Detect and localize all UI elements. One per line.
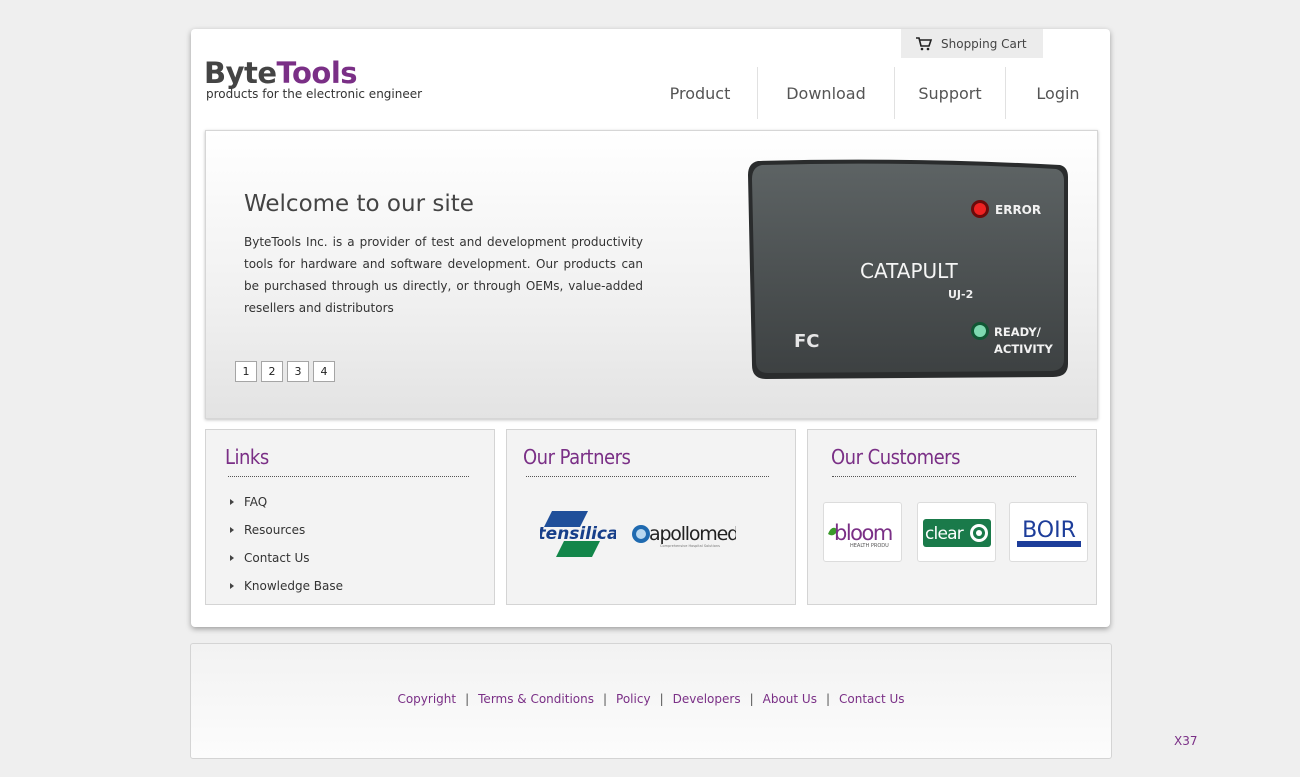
site-logo[interactable]: ByteTools products for the electronic en… — [204, 57, 422, 101]
link-faq[interactable]: FAQ — [226, 488, 343, 516]
customer-logo-clear[interactable]: clear — [917, 502, 996, 562]
cart-icon — [915, 36, 933, 51]
boir-text: BOIR — [1022, 518, 1076, 543]
customers-divider — [832, 476, 1076, 477]
hero-banner: Welcome to our site ByteTools Inc. is a … — [205, 130, 1098, 419]
pager-page-3[interactable]: 3 — [287, 361, 309, 382]
device-activity-label: ACTIVITY — [994, 342, 1053, 356]
tensilica-logo[interactable]: tensilica — [540, 511, 616, 559]
footer-link-copyright[interactable]: Copyright — [397, 692, 456, 706]
device-fc-mark: FC — [794, 331, 820, 352]
logo-tagline: products for the electronic engineer — [206, 87, 423, 101]
partners-title: Our Partners — [523, 445, 631, 469]
customer-logo-boir[interactable]: BOIR — [1009, 502, 1088, 562]
customer-logo-bloom[interactable]: bloom HEALTH PRODU — [823, 502, 902, 562]
apollomed-text: apollomed — [649, 523, 736, 545]
link-resources[interactable]: Resources — [226, 516, 343, 544]
link-label: Resources — [244, 523, 306, 537]
device-model: UJ-2 — [948, 288, 973, 301]
bloom-subtitle: HEALTH PRODU — [850, 543, 889, 549]
nav-login[interactable]: Login — [1005, 67, 1110, 119]
device-error-label: ERROR — [995, 203, 1041, 217]
hero-title: Welcome to our site — [244, 191, 474, 217]
links-title: Links — [225, 445, 269, 469]
footer-link-developers[interactable]: Developers — [673, 692, 741, 706]
corner-badge: X37 — [1174, 734, 1198, 748]
main-container: Shopping Cart ByteTools products for the… — [191, 29, 1110, 627]
clear-text: clear — [925, 524, 964, 544]
nav-support[interactable]: Support — [894, 67, 1005, 119]
footer-separator: | — [465, 692, 470, 706]
footer-link-terms[interactable]: Terms & Conditions — [478, 692, 594, 706]
bullet-arrow-icon — [230, 527, 234, 533]
footer-link-policy[interactable]: Policy — [616, 692, 651, 706]
bullet-arrow-icon — [230, 555, 234, 561]
links-panel: Links FAQ Resources Contact Us Knowledge… — [205, 429, 495, 605]
bloom-text: bloom — [834, 521, 892, 545]
partners-divider — [526, 476, 769, 477]
customers-panel: Our Customers bloom HEALTH PRODU clear B… — [807, 429, 1097, 605]
shopping-cart-button[interactable]: Shopping Cart — [901, 29, 1043, 58]
apollomed-logo[interactable]: apollomed Comprehensive Hospital Solutio… — [630, 519, 736, 551]
nav-download[interactable]: Download — [757, 67, 894, 119]
logo-part-byte: Byte — [204, 56, 277, 90]
footer-link-about-us[interactable]: About Us — [763, 692, 817, 706]
link-knowledge-base[interactable]: Knowledge Base — [226, 572, 343, 600]
link-label: Knowledge Base — [244, 579, 343, 593]
device-brand: CATAPULT — [860, 259, 959, 283]
logo-wordmark: ByteTools — [204, 57, 422, 89]
links-divider — [228, 476, 469, 477]
hero-description: ByteTools Inc. is a provider of test and… — [244, 235, 643, 315]
footer-separator: | — [659, 692, 664, 706]
partners-panel: Our Partners tensilica apollomed Compreh… — [506, 429, 796, 605]
links-list: FAQ Resources Contact Us Knowledge Base — [226, 488, 343, 600]
footer-links: Copyright | Terms & Conditions | Policy … — [191, 692, 1111, 706]
slide-pager: 1 2 3 4 — [235, 361, 335, 382]
nav-product[interactable]: Product — [643, 67, 757, 119]
shopping-cart-label: Shopping Cart — [941, 36, 1027, 51]
bullet-arrow-icon — [230, 499, 234, 505]
footer: Copyright | Terms & Conditions | Policy … — [190, 643, 1112, 759]
pager-page-2[interactable]: 2 — [261, 361, 283, 382]
link-label: Contact Us — [244, 551, 310, 565]
tensilica-text: tensilica — [540, 524, 616, 544]
apollomed-subtitle: Comprehensive Hospital Solutions — [660, 544, 720, 548]
customers-title: Our Customers — [831, 445, 960, 469]
bullet-arrow-icon — [230, 583, 234, 589]
footer-separator: | — [825, 692, 830, 706]
link-label: FAQ — [244, 495, 268, 509]
device-ready-label: READY/ — [994, 325, 1042, 339]
footer-separator: | — [602, 692, 608, 706]
pager-page-1[interactable]: 1 — [235, 361, 257, 382]
footer-separator: | — [749, 692, 754, 706]
link-contact-us[interactable]: Contact Us — [226, 544, 343, 572]
logo-part-tools: Tools — [276, 56, 358, 90]
pager-page-4[interactable]: 4 — [313, 361, 335, 382]
main-nav: Product Download Support Login — [643, 67, 1110, 119]
footer-link-contact-us[interactable]: Contact Us — [839, 692, 905, 706]
catapult-device-image: ERROR CATAPULT UJ-2 READY/ ACTIVITY FC — [748, 159, 1068, 379]
